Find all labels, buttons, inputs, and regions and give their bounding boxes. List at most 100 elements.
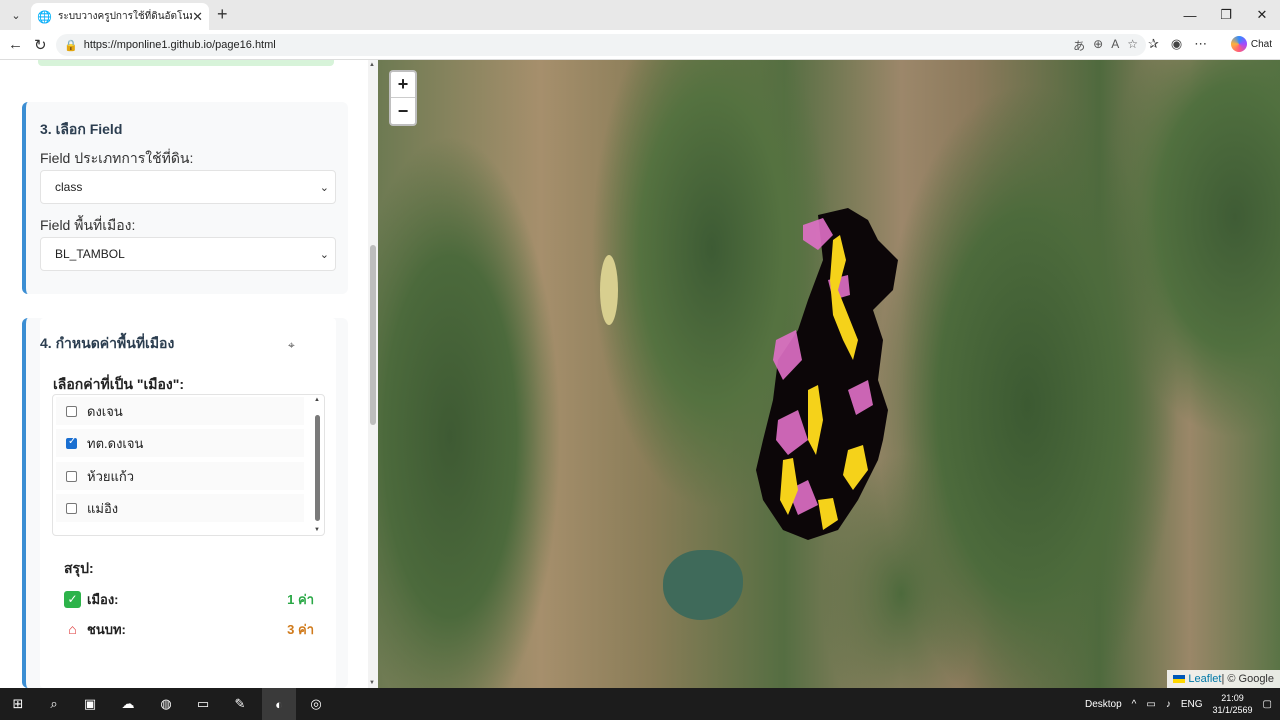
- back-icon[interactable]: ←: [8, 36, 23, 53]
- browser-tab[interactable]: 🌐 ระบบวางครูปการใช้ที่ดินอัตโนมัติ ✕: [31, 3, 209, 30]
- urban-field-value: BL_TAMBOL: [55, 247, 125, 261]
- app-icon[interactable]: ◍: [157, 695, 175, 713]
- urban-summary-row: ✓ เมือง: 1 ค่า: [64, 589, 314, 609]
- copilot-icon: [1230, 36, 1247, 52]
- task-view-icon[interactable]: ▣: [81, 695, 99, 713]
- urban-values-label: เลือกค่าที่เป็น "เมือง":: [53, 376, 185, 392]
- leaflet-link[interactable]: Leaflet: [1188, 673, 1221, 685]
- scroll-up-icon[interactable]: ▲: [369, 62, 375, 68]
- list-item-label: ทต.ดงเจน: [87, 435, 144, 451]
- mouse-cursor-icon: ⌖: [288, 338, 295, 352]
- scroll-down-icon[interactable]: ▼: [314, 527, 320, 533]
- list-item[interactable]: แม่อิง: [56, 494, 304, 522]
- urban-area-polygon: [756, 208, 898, 540]
- copilot-chat-button[interactable]: Chat: [1230, 36, 1272, 52]
- tab-actions-menu-icon[interactable]: ⌄: [6, 5, 26, 25]
- url-text: https://mponline1.github.io/page16.html: [83, 39, 276, 51]
- file-explorer-icon[interactable]: ▭: [194, 695, 212, 713]
- search-icon[interactable]: ⌕: [45, 695, 63, 713]
- notification-icon[interactable]: ▢: [1263, 699, 1272, 710]
- scroll-down-icon[interactable]: ▼: [369, 680, 375, 686]
- site-info-icon[interactable]: 🔒: [64, 39, 78, 52]
- section-title: 4. กำหนดค่าพื้นที่เมือง: [40, 335, 175, 351]
- edge-browser-icon[interactable]: ◐: [270, 695, 288, 713]
- windows-start-icon[interactable]: ⊞: [9, 695, 27, 713]
- favorites-icon[interactable]: ✰: [1148, 36, 1159, 52]
- control-panel: 3. เลือก Field Field ประเภทการใช้ที่ดิน:…: [0, 60, 378, 688]
- favorite-star-icon[interactable]: ☆: [1127, 37, 1138, 54]
- app-icon[interactable]: ◎: [307, 695, 325, 713]
- rural-summary-label: ชนบท:: [87, 621, 126, 637]
- clock[interactable]: 21:09 31/1/2569: [1213, 692, 1253, 716]
- urban-values-list[interactable]: ดงเจน ทต.ดงเจน ห้วยแก้ว แม่อิง ▲ ▼: [52, 394, 325, 536]
- urban-field-label: Field พื้นที่เมือง:: [40, 217, 136, 233]
- list-item-label: ดงเจน: [87, 403, 123, 419]
- checkbox-checked[interactable]: [66, 436, 77, 449]
- map-view[interactable]: + − Leaflet | © Google: [378, 60, 1280, 688]
- list-scroll-thumb[interactable]: [315, 415, 320, 521]
- panel-scrollbar[interactable]: ▲ ▼: [368, 60, 378, 688]
- tray-chevron-icon[interactable]: ^: [1132, 699, 1137, 710]
- zoom-icon[interactable]: ⊕: [1093, 37, 1103, 54]
- map-attribution: Leaflet | © Google: [1167, 670, 1280, 688]
- url-field[interactable]: 🔒 https://mponline1.github.io/page16.htm…: [56, 34, 1146, 56]
- desktop-label[interactable]: Desktop: [1085, 699, 1122, 710]
- landuse-field-select[interactable]: class ⌄: [40, 170, 336, 204]
- scroll-up-icon[interactable]: ▲: [314, 397, 320, 403]
- read-aloud-icon[interactable]: A: [1111, 37, 1119, 54]
- list-item[interactable]: ห้วยแก้ว: [56, 462, 304, 490]
- restore-icon[interactable]: ❐: [1208, 0, 1244, 30]
- volume-icon[interactable]: ♪: [1166, 699, 1171, 710]
- pdf-reader-icon[interactable]: ✎: [231, 695, 249, 713]
- landuse-overlay: [756, 208, 898, 540]
- system-tray: Desktop ^ ▭ ♪ ENG 21:09 31/1/2569 ▢: [1085, 688, 1272, 720]
- urban-summary-label: เมือง:: [87, 591, 119, 607]
- list-item[interactable]: ดงเจน: [56, 397, 304, 425]
- profile-avatar-icon[interactable]: ◉: [1171, 36, 1182, 52]
- chat-label: Chat: [1250, 38, 1272, 50]
- checkbox[interactable]: [66, 502, 77, 514]
- urban-values-box: เลือกค่าที่เป็น "เมือง": ดงเจน ทต.ดงเจน …: [40, 318, 336, 688]
- globe-icon: 🌐: [37, 9, 52, 24]
- section-title: 3. เลือก Field: [40, 121, 123, 137]
- network-icon[interactable]: ▭: [1146, 699, 1155, 710]
- chevron-down-icon: ⌄: [319, 182, 329, 194]
- urban-field-select[interactable]: BL_TAMBOL ⌄: [40, 237, 336, 271]
- ukraine-flag-icon: [1173, 675, 1186, 683]
- new-tab-icon[interactable]: +: [217, 5, 228, 23]
- browser-tabstrip: ⌄ 🌐 ระบบวางครูปการใช้ที่ดินอัตโนมัติ ✕ +…: [0, 0, 1280, 30]
- summary-title: สรุป:: [64, 560, 94, 576]
- zoom-out-button[interactable]: −: [391, 98, 415, 124]
- clock-date: 31/1/2569: [1212, 705, 1253, 715]
- close-window-icon[interactable]: ✕: [1244, 0, 1280, 30]
- chevron-down-icon: ⌄: [319, 249, 329, 261]
- close-tab-icon[interactable]: ✕: [192, 9, 203, 25]
- tab-title: ระบบวางครูปการใช้ที่ดินอัตโนมัติ: [57, 11, 193, 22]
- checkbox[interactable]: [66, 470, 77, 482]
- check-mark-icon: ✓: [64, 590, 81, 608]
- minimize-icon[interactable]: —: [1172, 0, 1208, 30]
- translate-icon[interactable]: あ: [1073, 37, 1085, 54]
- checkbox[interactable]: [66, 405, 77, 417]
- urban-summary-count: 1 ค่า: [287, 591, 314, 607]
- panel-scroll-thumb[interactable]: [370, 245, 376, 425]
- landuse-field-label: Field ประเภทการใช้ที่ดิน:: [40, 150, 194, 166]
- clock-time: 21:09: [1221, 693, 1244, 703]
- list-scrollbar[interactable]: ▲ ▼: [314, 395, 322, 535]
- refresh-icon[interactable]: ↻: [34, 36, 47, 54]
- zoom-control: + −: [389, 70, 417, 126]
- status-banner: [38, 60, 334, 66]
- section-urban-values: เลือกค่าที่เป็น "เมือง": ดงเจน ทต.ดงเจน …: [22, 318, 348, 688]
- house-icon: ⌂: [68, 621, 77, 637]
- address-bar: ← ↻ 🔒 https://mponline1.github.io/page16…: [0, 30, 1280, 60]
- list-item[interactable]: ทต.ดงเจน: [56, 429, 304, 457]
- more-menu-icon[interactable]: ⋯: [1194, 36, 1207, 52]
- language-label[interactable]: ENG: [1181, 699, 1203, 710]
- weather-icon[interactable]: ☁: [119, 695, 137, 713]
- list-item-label: ห้วยแก้ว: [87, 468, 135, 484]
- zoom-in-button[interactable]: +: [391, 72, 415, 98]
- landuse-field-value: class: [55, 180, 83, 194]
- windows-taskbar: ⊞ ⌕ ▣ ☁ ◍ ▭ ✎ ◐ ◎ Desktop ^ ▭ ♪ ENG 21:0…: [0, 688, 1280, 720]
- rural-summary-row: ⌂ ชนบท: 3 ค่า: [64, 619, 314, 639]
- list-item-label: แม่อิง: [87, 500, 119, 516]
